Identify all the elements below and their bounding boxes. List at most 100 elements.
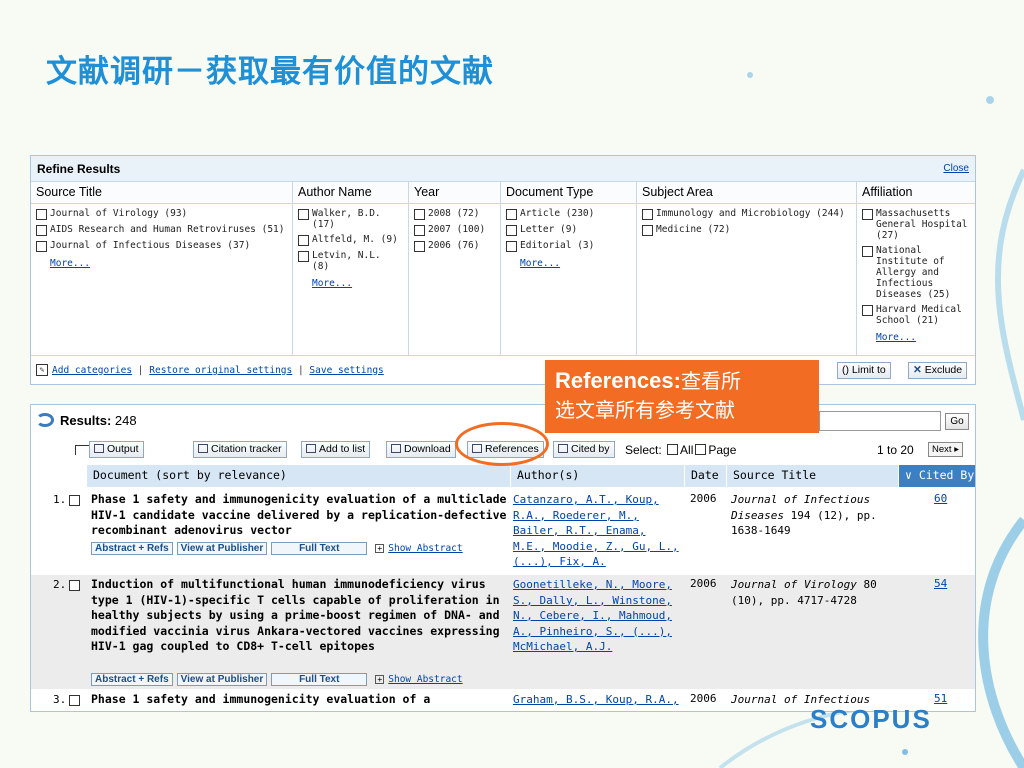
refine-option[interactable]: Journal of Infectious Diseases (37) — [36, 240, 287, 252]
row-checkbox[interactable] — [69, 495, 80, 506]
refine-col-document-type: Document Type Article (230) Letter (9) E… — [501, 182, 637, 355]
result-title[interactable]: Induction of multifunctional human immun… — [91, 577, 511, 655]
checkbox[interactable] — [36, 209, 47, 220]
abstract-refs-button[interactable]: Abstract + Refs — [91, 542, 173, 555]
more-link[interactable]: More... — [876, 332, 970, 343]
refine-col-affiliation: Affiliation Massachusetts General Hospit… — [857, 182, 975, 355]
refine-option[interactable]: AIDS Research and Human Retroviruses (51… — [36, 224, 287, 236]
refine-col-source-title: Source Title Journal of Virology (93) AI… — [31, 182, 293, 355]
output-icon — [94, 444, 104, 453]
checkbox[interactable] — [506, 241, 517, 252]
col-authors[interactable]: Author(s) — [511, 465, 685, 487]
refresh-icon — [36, 413, 54, 427]
references-highlight-ring — [455, 422, 549, 466]
show-abstract-link[interactable]: Show Abstract — [388, 543, 462, 554]
checkbox[interactable] — [642, 225, 653, 236]
select-page-checkbox[interactable] — [695, 444, 707, 455]
checkbox[interactable] — [506, 225, 517, 236]
checkbox[interactable] — [298, 251, 309, 262]
limit-to-button[interactable]: () Limit to — [837, 362, 891, 379]
checkbox[interactable] — [36, 225, 47, 236]
checkbox[interactable] — [862, 305, 873, 316]
result-links: Abstract + Refs View at Publisher Full T… — [91, 542, 463, 555]
refine-option[interactable]: Immunology and Microbiology (244) — [642, 208, 851, 220]
result-authors[interactable]: Goonetilleke, N., Moore, S., Dally, L., … — [513, 577, 685, 655]
expand-icon[interactable]: + — [375, 675, 385, 684]
checkbox[interactable] — [862, 246, 873, 257]
row-checkbox[interactable] — [69, 580, 80, 591]
exclude-button[interactable]: ✕ Exclude — [908, 362, 968, 379]
checkbox[interactable] — [298, 209, 309, 220]
select-all-checkbox[interactable] — [667, 444, 679, 455]
result-date: 2006 — [690, 692, 717, 705]
add-to-list-button[interactable]: Add to list — [301, 441, 371, 458]
refine-option[interactable]: 2007 (100) — [414, 224, 495, 236]
more-link[interactable]: More... — [520, 258, 631, 269]
cited-count[interactable]: 51 — [934, 692, 947, 705]
refine-option[interactable]: 2008 (72) — [414, 208, 495, 220]
refine-option[interactable]: Medicine (72) — [642, 224, 851, 236]
refine-option[interactable]: 2006 (76) — [414, 240, 495, 252]
add-categories-link[interactable]: Add categories — [52, 365, 132, 376]
refine-option[interactable]: Harvard Medical School (21) — [862, 304, 970, 326]
expand-icon[interactable]: + — [375, 544, 385, 553]
view-publisher-button[interactable]: View at Publisher — [176, 542, 268, 555]
output-button[interactable]: Output — [89, 441, 144, 458]
result-row: 1. Phase 1 safety and immunogenicity eva… — [31, 491, 975, 575]
tracker-icon — [198, 444, 208, 453]
result-title[interactable]: Phase 1 safety and immunogenicity evalua… — [91, 692, 511, 708]
show-abstract-link[interactable]: Show Abstract — [388, 674, 462, 685]
refine-option[interactable]: Journal of Virology (93) — [36, 208, 287, 220]
close-link[interactable]: Close — [943, 163, 969, 174]
checkbox[interactable] — [506, 209, 517, 220]
select-label: Select: All Page — [625, 443, 737, 457]
cited-by-button[interactable]: Cited by — [553, 441, 615, 458]
refine-option[interactable]: National Institute of Allergy and Infect… — [862, 245, 970, 300]
refine-col-header: Document Type — [501, 182, 636, 204]
result-authors[interactable]: Catanzaro, A.T., Koup, R.A., Roederer, M… — [513, 492, 685, 570]
go-button[interactable]: Go — [945, 413, 969, 430]
col-source-title[interactable]: Source Title — [727, 465, 899, 487]
checkbox[interactable] — [862, 209, 873, 220]
full-text-button[interactable]: Full Text — [271, 673, 368, 686]
result-source: Journal of Infectious Diseases 194 (12),… — [731, 493, 877, 537]
view-publisher-button[interactable]: View at Publisher — [176, 673, 268, 686]
result-title[interactable]: Phase 1 safety and immunogenicity evalua… — [91, 492, 511, 539]
refine-option[interactable]: Editorial (3) — [506, 240, 631, 252]
result-row: 2. Induction of multifunctional human im… — [31, 575, 975, 689]
refine-option[interactable]: Letter (9) — [506, 224, 631, 236]
save-settings-link[interactable]: Save settings — [309, 365, 383, 376]
cited-count[interactable]: 60 — [934, 492, 947, 505]
refine-option[interactable]: Article (230) — [506, 208, 631, 220]
row-checkbox[interactable] — [69, 695, 80, 706]
checkbox[interactable] — [414, 241, 425, 252]
col-date[interactable]: Date — [685, 465, 727, 487]
restore-settings-link[interactable]: Restore original settings — [149, 365, 292, 376]
checkbox[interactable] — [414, 209, 425, 220]
more-link[interactable]: More... — [50, 258, 287, 269]
download-button[interactable]: Download — [386, 441, 456, 458]
result-authors[interactable]: Graham, B.S., Koup, R.A., — [513, 692, 685, 708]
col-document[interactable]: Document (sort by relevance) — [87, 465, 511, 487]
col-cited-by[interactable]: ∨ Cited By — [899, 465, 975, 487]
refine-option[interactable]: Altfeld, M. (9) — [298, 234, 403, 246]
citation-tracker-button[interactable]: Citation tracker — [193, 441, 287, 458]
search-within-input[interactable] — [819, 411, 941, 431]
full-text-button[interactable]: Full Text — [271, 542, 368, 555]
refine-option[interactable]: Massachusetts General Hospital (27) — [862, 208, 970, 241]
abstract-refs-button[interactable]: Abstract + Refs — [91, 673, 173, 686]
next-arrow-icon: ▸ — [954, 444, 959, 455]
checkbox[interactable] — [642, 209, 653, 220]
more-link[interactable]: More... — [312, 278, 403, 289]
cited-count[interactable]: 54 — [934, 577, 947, 590]
refine-col-header: Source Title — [31, 182, 292, 204]
next-button[interactable]: Next ▸ — [928, 442, 963, 457]
refine-col-year: Year 2008 (72) 2007 (100) 2006 (76) — [409, 182, 501, 355]
checkbox[interactable] — [298, 235, 309, 246]
refine-col-header: Subject Area — [637, 182, 856, 204]
checkbox[interactable] — [414, 225, 425, 236]
refine-col-author-name: Author Name Walker, B.D. (17) Altfeld, M… — [293, 182, 409, 355]
checkbox[interactable] — [36, 241, 47, 252]
refine-option[interactable]: Letvin, N.L. (8) — [298, 250, 403, 272]
refine-option[interactable]: Walker, B.D. (17) — [298, 208, 403, 230]
